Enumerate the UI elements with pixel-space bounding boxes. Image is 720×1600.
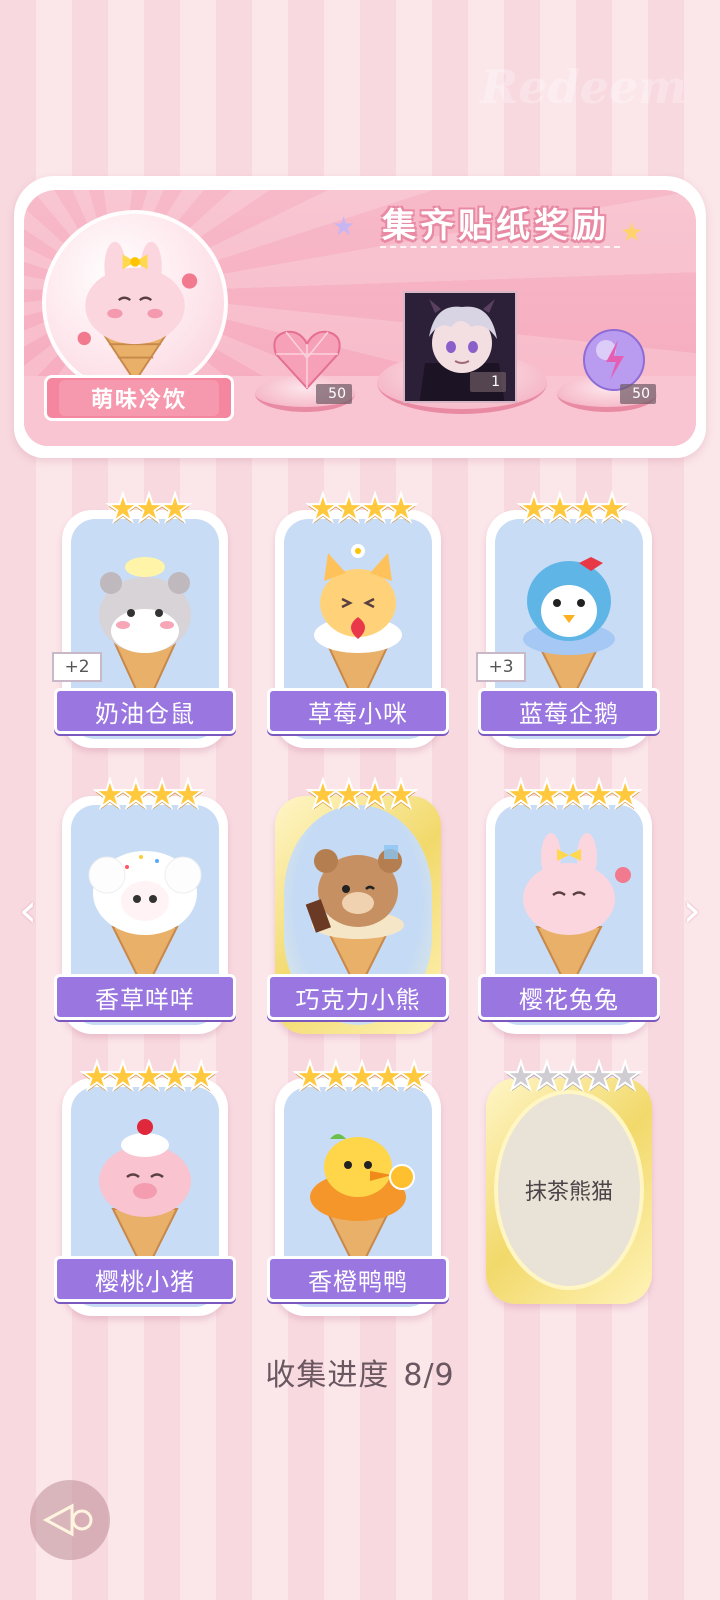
- redeem-watermark: Redeem: [480, 60, 687, 114]
- sticker-card[interactable]: ★★★★ +3 蓝莓企鹅: [476, 487, 660, 748]
- pink-heart-gem-icon: [273, 330, 341, 390]
- star-rating: ★★★★: [92, 772, 206, 816]
- next-page-arrow[interactable]: ›: [672, 880, 712, 940]
- sticker-name: 奶油仓鼠: [54, 688, 236, 734]
- theme-bubble: [42, 210, 228, 396]
- progress-label: 收集进度: [265, 1358, 390, 1393]
- theme-name: 萌味冷饮: [59, 380, 219, 416]
- star-rating: ★★★★★: [503, 772, 643, 816]
- sticker-card[interactable]: ★★★★★ 樱花兔兔: [478, 773, 660, 1034]
- back-arrow-icon: [42, 1503, 93, 1537]
- reward-count: 50: [620, 384, 656, 404]
- title-underline: [380, 246, 620, 248]
- sticker-name: 樱花兔兔: [478, 974, 660, 1020]
- sticker-card[interactable]: ★★★★ 草莓小咪: [267, 487, 449, 748]
- reward-count: 50: [316, 384, 352, 404]
- sticker-name: 香草咩咩: [54, 974, 236, 1020]
- back-button[interactable]: [30, 1480, 110, 1560]
- sticker-card[interactable]: ★★★★★ 樱桃小猪: [54, 1055, 236, 1316]
- collection-progress: 收集进度 8/9: [0, 1350, 720, 1394]
- sticker-name: 香橙鸭鸭: [267, 1256, 449, 1302]
- sticker-card[interactable]: ★★★★ 香草咩咩: [54, 773, 236, 1034]
- star-rating: ★★★: [105, 486, 193, 530]
- duplicate-count-badge: +3: [476, 652, 526, 682]
- sticker-name: 樱桃小猪: [54, 1256, 236, 1302]
- sticker-name: 抹茶熊猫: [524, 1180, 613, 1205]
- sticker-card[interactable]: ★★★★ 巧克力小熊: [267, 773, 449, 1034]
- prev-page-arrow[interactable]: ‹: [8, 880, 48, 940]
- panel-title: 集齐贴纸奖励: [382, 206, 610, 246]
- reward-count: 1: [470, 372, 506, 392]
- duplicate-count-badge: +2: [52, 652, 102, 682]
- star-rating: ★★★★: [305, 486, 419, 530]
- star-rating: ★★★★★: [79, 1054, 219, 1098]
- theme-name-ribbon: 萌味冷饮: [44, 375, 234, 421]
- star-rating: ★★★★: [516, 486, 630, 530]
- sticker-name: 蓝莓企鹅: [478, 688, 660, 734]
- sticker-card[interactable]: ★★★★★ 香橙鸭鸭: [267, 1055, 449, 1316]
- sticker-name: 草莓小咪: [267, 688, 449, 734]
- locked-sticker-slot: 抹茶熊猫: [494, 1090, 644, 1290]
- progress-value: 8/9: [403, 1358, 455, 1393]
- star-rating: ★★★★: [305, 772, 419, 816]
- sticker-card[interactable]: ★★★ +2 奶油仓鼠: [52, 487, 236, 748]
- star-icon: ★: [332, 212, 356, 242]
- star-rating: ★★★★★: [503, 1054, 643, 1098]
- sticker-name: 巧克力小熊: [267, 974, 449, 1020]
- sticker-card-locked[interactable]: 抹茶熊猫 ★★★★★: [486, 1055, 652, 1304]
- bunny-ice-cream-icon: [77, 241, 198, 384]
- star-rating: ★★★★★: [292, 1054, 432, 1098]
